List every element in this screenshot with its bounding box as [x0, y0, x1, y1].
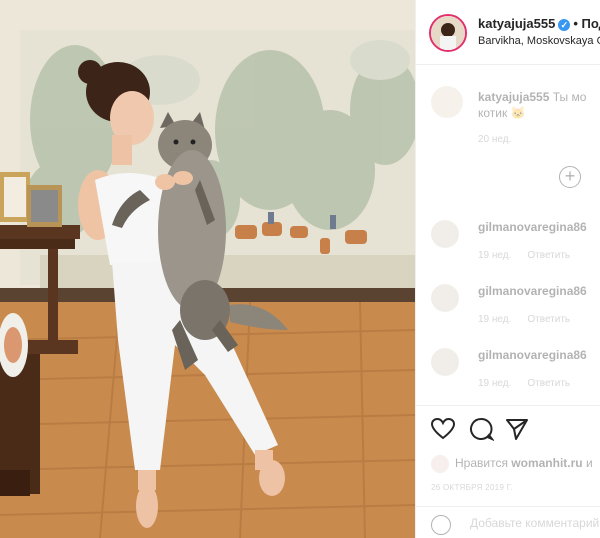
reply-button[interactable]: Ответить: [527, 378, 570, 389]
comment-meta: 19 нед. Ответить: [478, 314, 586, 325]
comment-time: 19 нед.: [478, 250, 512, 261]
likes-prefix: Нравится: [455, 456, 508, 471]
emoji-icon[interactable]: [431, 515, 451, 535]
heart-icon[interactable]: [430, 416, 456, 442]
comment-username[interactable]: gilmanovaregina86: [478, 284, 587, 298]
comment-item: gilmanovaregina86 19 нед.Ответить ♥: [431, 348, 600, 408]
comment-time: 19 нед.: [478, 378, 512, 389]
verified-badge-icon: ✓: [558, 18, 571, 31]
comment-meta: 19 нед. Ответить: [478, 378, 586, 389]
comment-username[interactable]: gilmanovaregina86: [478, 220, 587, 234]
reply-button[interactable]: Ответить: [527, 250, 570, 261]
plus-circle-icon[interactable]: +: [559, 166, 581, 188]
share-icon[interactable]: [504, 416, 530, 442]
post-photo[interactable]: [0, 0, 415, 538]
author-username[interactable]: katyajuja555: [478, 16, 555, 31]
comment-icon[interactable]: [468, 416, 494, 442]
comment-avatar[interactable]: [431, 220, 459, 248]
liker-avatar: [431, 455, 449, 473]
post-actions: Нравится womanhit.ru и 26 октября 2019 г…: [416, 405, 600, 538]
comment-avatar[interactable]: [431, 348, 459, 376]
follow-button[interactable]: • Под: [573, 16, 600, 31]
add-comment-bar: [416, 506, 600, 538]
post-sidebar: katyajuja555✓• Под Barvikha, Moskovskaya…: [415, 0, 600, 538]
comment-item: gilmanovaregina86 19 нед.Ответить ♥: [431, 220, 600, 280]
post-date: 26 октября 2019 г.: [431, 483, 513, 492]
photo-scene: [0, 0, 415, 538]
author-avatar[interactable]: [429, 14, 467, 52]
comment-meta: 19 нед. Ответить: [478, 250, 586, 261]
avatar-image: [431, 16, 465, 50]
likes-line: Нравится womanhit.ru и: [431, 455, 593, 473]
likes-suffix: и: [585, 456, 593, 471]
post-header: katyajuja555✓• Под Barvikha, Moskovskaya…: [416, 0, 600, 65]
caption-text-line1: katyajuja555 Ты мо: [478, 90, 586, 104]
caption-body: Ты мо: [552, 90, 587, 104]
reply-button[interactable]: Ответить: [527, 314, 570, 325]
caption-text-line2: котик 🐱: [478, 106, 526, 120]
post-location[interactable]: Barvikha, Moskovskaya Ob: [478, 35, 600, 47]
caption-time: 20 нед.: [478, 134, 512, 145]
comment-input[interactable]: [468, 515, 600, 531]
comment-time: 19 нед.: [478, 314, 512, 325]
comment-username[interactable]: gilmanovaregina86: [478, 348, 587, 362]
caption-username[interactable]: katyajuja555: [478, 90, 549, 104]
comment-item: gilmanovaregina86 19 нед.Ответить ♥: [431, 284, 600, 344]
caption-avatar[interactable]: [431, 86, 463, 118]
likes-user[interactable]: womanhit.ru: [511, 456, 582, 470]
post-author-header: katyajuja555✓• Под: [478, 16, 600, 31]
comment-avatar[interactable]: [431, 284, 459, 312]
